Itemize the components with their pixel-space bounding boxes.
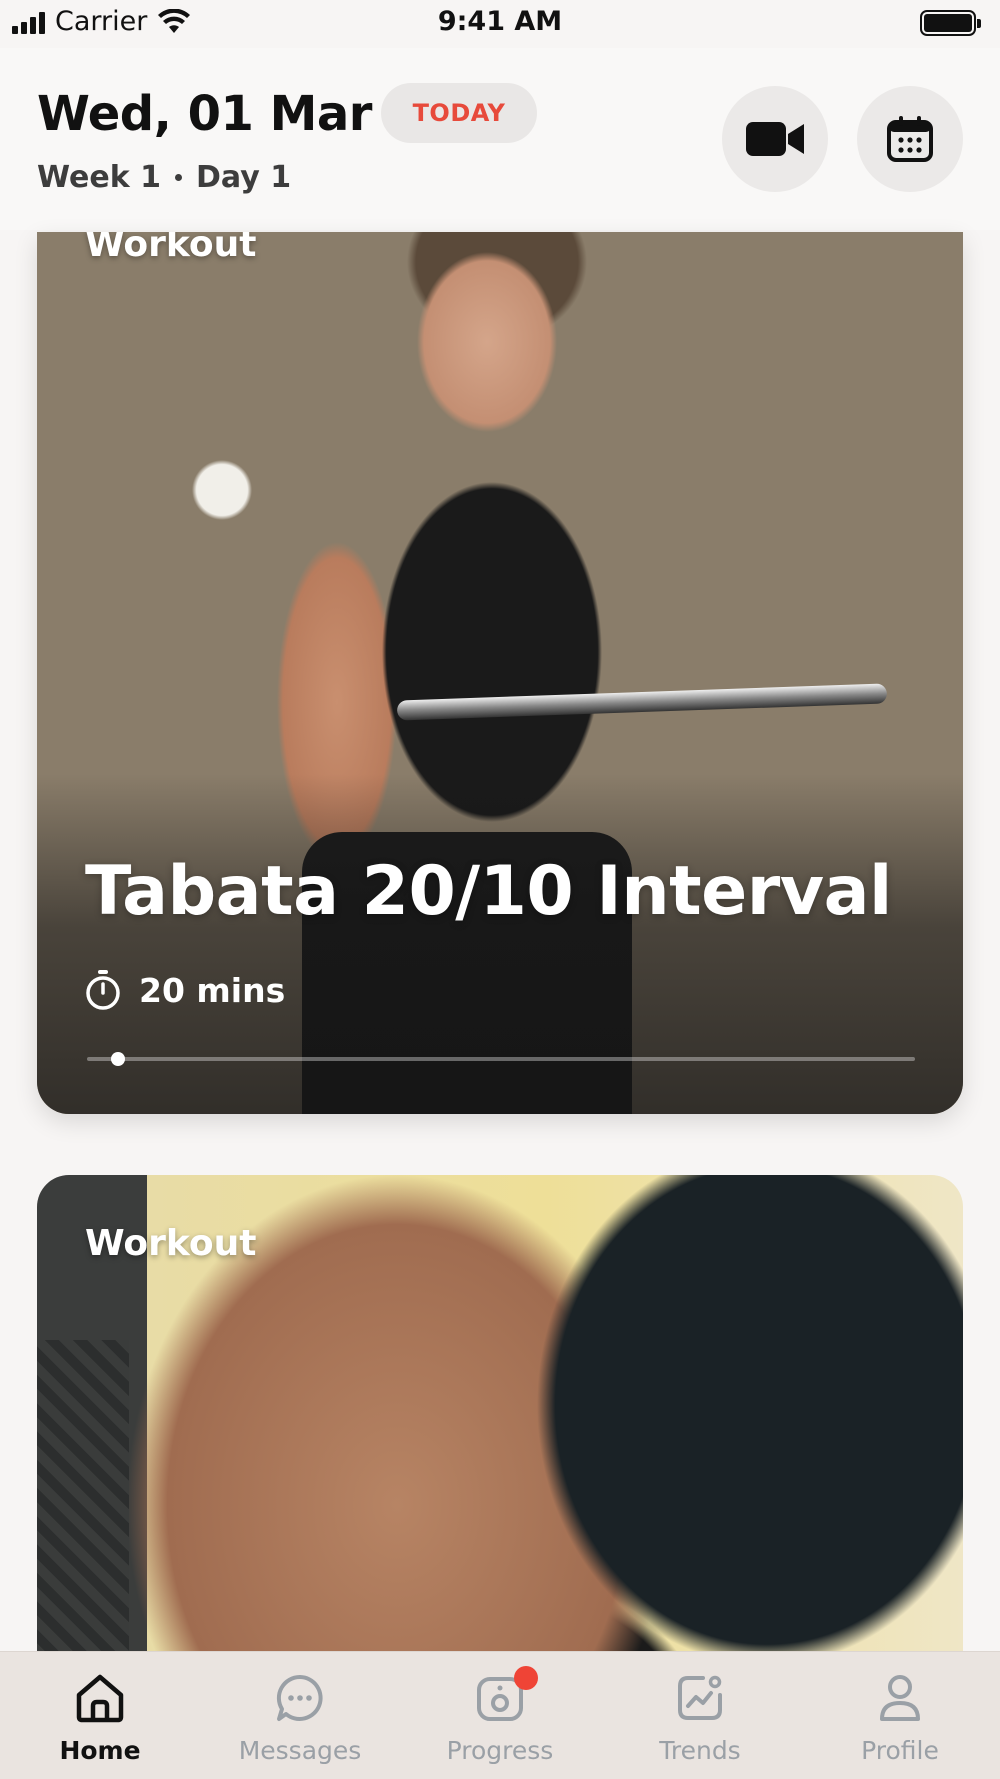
video-camera-icon [746, 122, 804, 156]
tab-profile[interactable]: Profile [800, 1652, 1000, 1779]
video-call-button[interactable] [722, 86, 828, 192]
tab-trends-label: Trends [659, 1736, 741, 1765]
workout-photo-2-window [37, 1340, 129, 1695]
stopwatch-icon [86, 970, 120, 1010]
workout-card-2[interactable]: Workout [37, 1175, 963, 1695]
duration-text: 20 mins [139, 970, 286, 1010]
week-day-line: Week 1 Day 1 [37, 160, 291, 195]
workout-title: Tabata 20/10 Interval [85, 852, 892, 931]
tab-trends[interactable]: Trends [600, 1652, 800, 1779]
battery-icon [920, 10, 981, 36]
tab-home-label: Home [59, 1736, 141, 1765]
photo-gradient-overlay [37, 774, 963, 1114]
user-icon [880, 1675, 920, 1721]
workout-duration: 20 mins [85, 970, 285, 1010]
today-button[interactable]: TODAY [381, 83, 537, 143]
date-title: Wed, 01 Mar [37, 86, 372, 142]
workout-card[interactable]: Workout Tabata 20/10 Interval 20 mins [37, 232, 963, 1114]
calendar-icon [887, 116, 933, 162]
notification-dot [514, 1666, 538, 1690]
status-bar: Carrier 9:41 AM [0, 0, 1000, 48]
tab-messages[interactable]: Messages [200, 1652, 400, 1779]
progress-knob [111, 1052, 125, 1066]
tab-profile-label: Profile [861, 1736, 939, 1765]
calendar-button[interactable] [857, 86, 963, 192]
card-category-label: Workout [85, 232, 257, 265]
chat-bubble-icon [276, 1674, 323, 1721]
day-header: Wed, 01 Mar TODAY Week 1 Day 1 [0, 48, 1000, 230]
tab-progress[interactable]: Progress [400, 1652, 600, 1779]
status-time: 9:41 AM [437, 6, 563, 37]
tab-home[interactable]: Home [0, 1652, 200, 1779]
workout-progress-bar [87, 1052, 915, 1066]
day-label: Day 1 [195, 160, 292, 195]
card-category-label-2: Workout [85, 1223, 257, 1264]
tab-messages-label: Messages [238, 1736, 362, 1765]
tab-progress-label: Progress [446, 1736, 554, 1765]
week-label: Week 1 [37, 160, 161, 195]
separator-dot [174, 174, 182, 181]
tab-bar: Home Messages Progress Trends Profile [0, 1651, 1000, 1779]
home-icon [76, 1674, 124, 1723]
trend-chart-icon [678, 1675, 722, 1720]
